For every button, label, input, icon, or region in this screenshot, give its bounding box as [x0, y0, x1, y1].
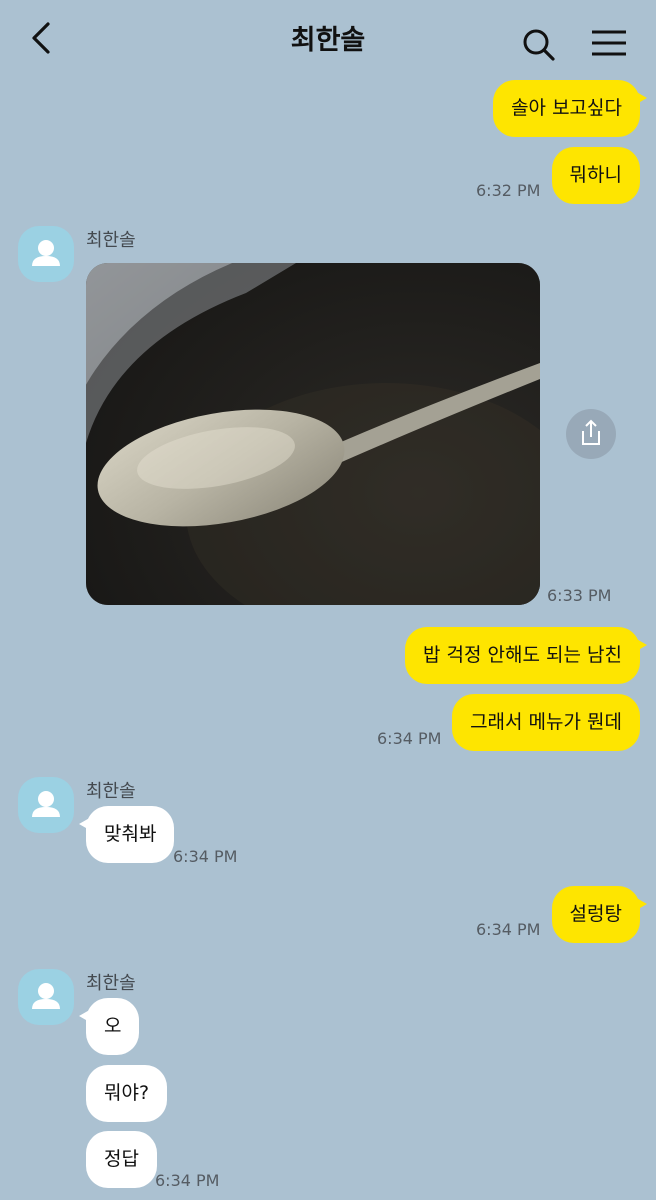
my-message-bubble[interactable]: 설렁탕	[551, 886, 648, 943]
timestamp: 6:32 PM	[476, 181, 541, 200]
search-button[interactable]	[520, 26, 558, 64]
avatar[interactable]	[18, 969, 74, 1025]
their-message-bubble[interactable]: 정답	[86, 1131, 157, 1188]
their-message-bubble[interactable]: 뭐야?	[86, 1065, 168, 1122]
timestamp: 6:34 PM	[155, 1171, 220, 1190]
sender-name: 최한솔	[86, 230, 136, 251]
their-message-bubble[interactable]: 맞춰봐	[78, 806, 175, 863]
my-message-bubble[interactable]: 밥 걱정 안해도 되는 남친	[405, 627, 647, 684]
photo-message[interactable]	[86, 263, 540, 605]
share-icon	[582, 419, 600, 445]
menu-button[interactable]	[588, 26, 630, 60]
avatar[interactable]	[18, 777, 74, 833]
chat-header: 최한솔	[0, 0, 656, 78]
chevron-left-icon	[32, 22, 50, 54]
default-profile-icon	[32, 791, 60, 817]
spoon-in-pan-photo	[86, 263, 540, 605]
my-message-bubble[interactable]: 솔아 보고싶다	[493, 80, 647, 137]
sender-name: 최한솔	[86, 973, 136, 994]
search-icon	[523, 29, 555, 61]
avatar[interactable]	[18, 226, 74, 282]
timestamp: 6:33 PM	[547, 586, 612, 605]
timestamp: 6:34 PM	[173, 847, 238, 866]
my-message-bubble[interactable]: 뭐하니	[551, 147, 640, 204]
sender-name: 최한솔	[86, 781, 136, 802]
default-profile-icon	[32, 240, 60, 266]
hamburger-menu-icon	[592, 30, 626, 56]
back-button[interactable]	[26, 20, 58, 56]
default-profile-icon	[32, 983, 60, 1009]
my-message-bubble[interactable]: 그래서 메뉴가 뭔데	[452, 694, 640, 751]
their-message-bubble[interactable]: 오	[78, 998, 140, 1055]
timestamp: 6:34 PM	[377, 729, 442, 748]
timestamp: 6:34 PM	[476, 920, 541, 939]
share-button[interactable]	[566, 409, 616, 459]
